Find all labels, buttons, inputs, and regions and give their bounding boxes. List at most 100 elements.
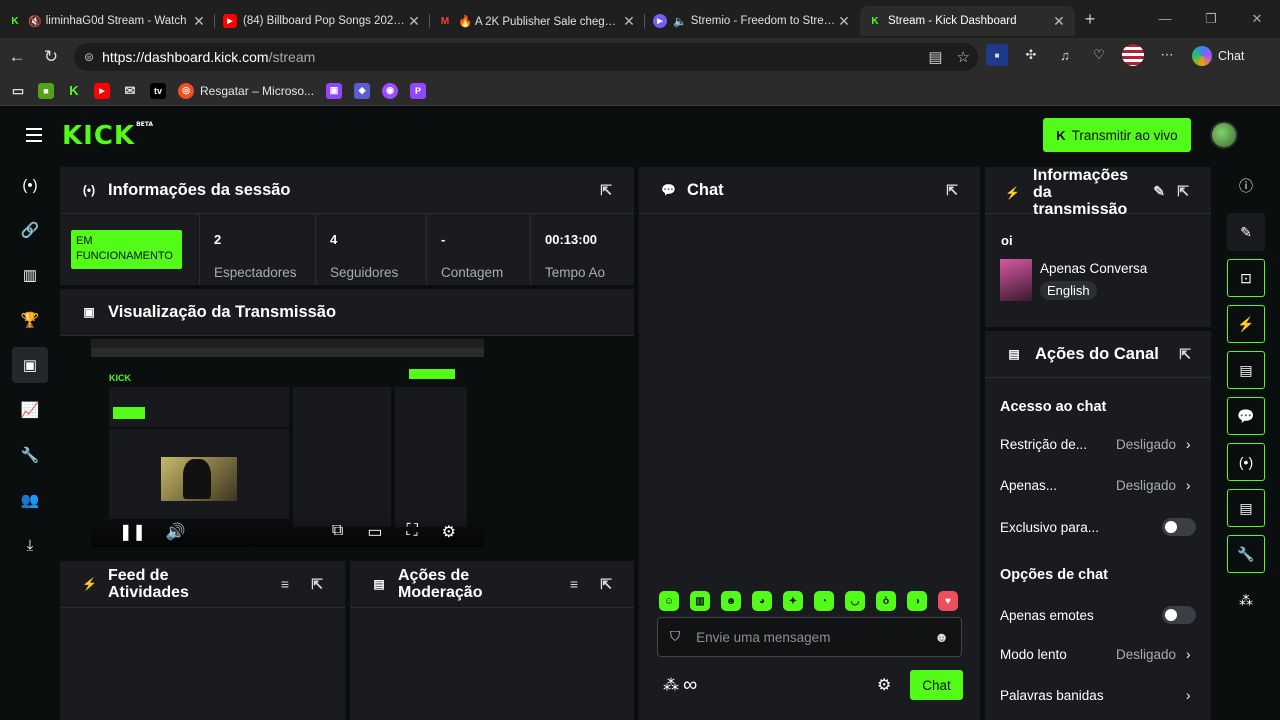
emote-icon[interactable]: ◑ [907,591,927,611]
channel-actions-icon[interactable]: ▤ [1227,489,1265,527]
bookmark-item[interactable]: ▭ [10,83,26,99]
only-row[interactable]: Apenas... Desligado › [1000,478,1196,493]
browser-tab[interactable]: ▶ (84) Billboard Pop Songs 2026 P ✕ [215,6,430,36]
broadcast-icon[interactable]: (•) [1227,443,1265,481]
theater-icon[interactable]: ▭ [367,522,382,542]
chart-icon[interactable]: 📈 [12,392,48,428]
bookmark-item[interactable]: P [410,82,427,99]
speaker-icon[interactable]: 🔈 [673,15,687,28]
bolt-icon[interactable]: ⚡ [1227,305,1265,343]
emote-icon[interactable]: ò [876,591,896,611]
extensions-puzzle-icon[interactable]: ✣ [1020,44,1042,66]
copilot-button[interactable]: Chat [1192,46,1244,66]
us-flag-icon[interactable] [1122,44,1144,66]
chat-send-button[interactable]: Chat [910,670,963,700]
bookmark-microsoft[interactable]: ◎ Resgatar – Microso... [178,82,314,99]
popout-icon[interactable]: ⇱ [1179,346,1191,363]
back-icon[interactable]: ← [0,47,34,67]
bookmark-item[interactable]: ◉ [382,82,399,99]
reader-mode-icon[interactable]: ▤ [928,48,942,66]
heart-pulse-icon[interactable]: ♡ [1088,44,1110,66]
wrench-icon[interactable]: 🔧 [1227,535,1265,573]
browser-tab[interactable]: K 🔇 liminhaG0d Stream - Watch ✕ [0,6,215,36]
avatar[interactable] [1210,121,1238,149]
download-icon[interactable]: ⤓ [12,527,48,563]
emotes-only-toggle[interactable] [1162,606,1196,624]
wrench-icon[interactable]: 🔧 [12,437,48,473]
screen-capture-icon[interactable]: ⊡ [1227,259,1265,297]
bookmark-item[interactable]: ✉ [122,83,138,99]
filter-icon[interactable]: ≡ [570,576,578,593]
bookmark-item[interactable]: ■ [38,82,54,99]
emote-icon[interactable]: ☺ [659,591,679,611]
fullscreen-icon[interactable]: ⛶ [406,522,417,542]
kicks-icon[interactable]: ⁂ [1227,581,1265,619]
emote-icon[interactable]: ▥ [690,591,710,611]
media-icon[interactable]: ♫ [1054,44,1076,66]
browser-tab[interactable]: ▶ 🔈 Stremio - Freedom to Stream ✕ [645,6,860,36]
close-tab-icon[interactable]: ✕ [191,13,207,30]
maximize-icon[interactable]: ❐ [1188,0,1234,38]
bookmark-item[interactable]: ▣ [326,82,343,99]
popout-icon[interactable]: ⇱ [946,182,958,199]
filter-icon[interactable]: ≡ [281,576,289,593]
muted-speaker-icon[interactable]: 🔇 [28,15,42,28]
link-icon[interactable]: 🔗 [12,212,48,248]
slow-mode-row[interactable]: Modo lento Desligado › [1000,647,1196,662]
url-bar[interactable]: ⊜ https://dashboard.kick.com/stream ▤ ☆ [74,43,978,71]
notes-icon[interactable]: ▤ [1227,351,1265,389]
minimize-icon[interactable]: — [1142,0,1188,38]
popout-icon[interactable]: ⇱ [1177,183,1189,200]
site-info-icon[interactable]: ⊜ [84,50,94,64]
bookmark-star-icon[interactable]: ☆ [957,48,970,66]
emote-icon[interactable]: ◕ [752,591,772,611]
close-tab-icon[interactable]: ✕ [406,13,422,30]
popout-icon[interactable]: ⇱ [311,576,323,593]
stream-manager-icon[interactable]: ▣ [12,347,48,383]
chat-bubble-icon[interactable]: 💬 [1227,397,1265,435]
go-live-button[interactable]: K Transmitir ao vivo [1043,118,1191,152]
trophy-icon[interactable]: 🏆 [12,302,48,338]
browser-tab-active[interactable]: K Stream - Kick Dashboard ✕ [860,6,1075,36]
banned-words-row[interactable]: Palavras banidas › [1000,688,1196,703]
emote-icon[interactable]: ◔ [814,591,834,611]
bookmark-item[interactable]: K [66,83,82,99]
popout-icon[interactable]: ⇱ [600,182,612,199]
bookmark-item[interactable]: tv [150,82,166,99]
new-tab-icon[interactable]: + [1075,9,1105,30]
stream-video-player[interactable]: KICK ❚❚ 🔊 ⧉ ▭ ⛶ ⚙ [91,339,484,547]
edit-icon[interactable]: ✎ [1227,213,1265,251]
menu-icon[interactable] [26,128,42,142]
emote-icon[interactable]: ♥ [938,591,958,611]
edit-icon[interactable]: ✎ [1153,183,1165,200]
volume-icon[interactable]: 🔊 [166,522,186,542]
close-tab-icon[interactable]: ✕ [1051,13,1067,30]
info-icon[interactable]: ⓘ [1227,167,1265,205]
exclusive-toggle[interactable] [1162,518,1196,536]
close-window-icon[interactable]: ✕ [1234,0,1280,38]
settings-icon[interactable]: ⚙ [442,522,456,542]
chat-settings-icon[interactable]: ⚙ [877,675,891,695]
browser-tab[interactable]: M 🔥 A 2K Publisher Sale chegou! I ✕ [430,6,645,36]
stream-broadcast-icon[interactable]: (•) [12,167,48,203]
close-tab-icon[interactable]: ✕ [836,13,852,30]
users-icon[interactable]: 👥 [12,482,48,518]
reload-icon[interactable]: ↻ [34,47,68,67]
close-tab-icon[interactable]: ✕ [621,13,637,30]
bookmark-item[interactable]: ▶ [94,82,110,99]
emote-icon[interactable]: ✦ [783,591,803,611]
emote-icon[interactable]: ☻ [721,591,741,611]
kick-logo[interactable]: KICKBETA [62,121,153,151]
more-menu-icon[interactable]: ⋯ [1156,44,1178,66]
restriction-row[interactable]: Restrição de... Desligado › [1000,437,1196,452]
pause-icon[interactable]: ❚❚ [119,522,146,542]
kicks-icon[interactable]: ⁂ [663,675,679,695]
pip-icon[interactable]: ⧉ [332,522,343,542]
emoji-picker-icon[interactable]: ☻ [934,629,949,645]
bookmark-item[interactable]: ◆ [354,82,371,99]
emote-icon[interactable]: ◡ [845,591,865,611]
analytics-icon[interactable]: ▥ [12,257,48,293]
chat-input[interactable]: ⛉ Envie uma mensagem ☻ [657,617,962,657]
popout-icon[interactable]: ⇱ [600,576,612,593]
extension-flag-icon[interactable]: ■ [986,44,1008,66]
